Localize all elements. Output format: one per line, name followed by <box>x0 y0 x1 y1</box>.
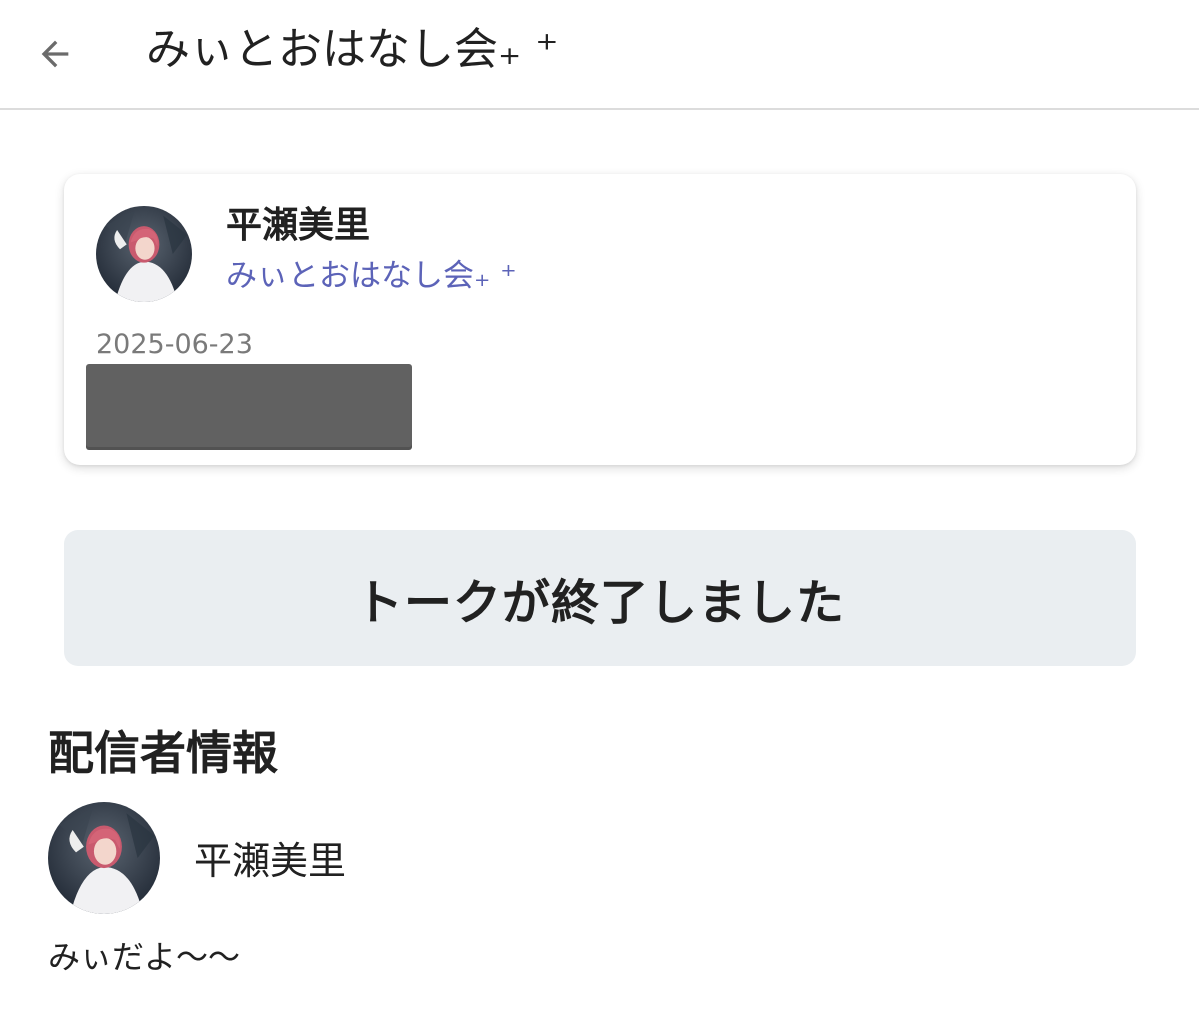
talk-ended-label: トークが終了しました <box>354 575 845 631</box>
talk-event-card[interactable]: 平瀬美里 みぃとおはなし会₊ ⁺ 2025-06-23 <box>64 174 1136 465</box>
talk-ended-banner: トークが終了しました <box>64 530 1136 666</box>
event-title-link[interactable]: みぃとおはなし会₊ ⁺ <box>226 254 517 298</box>
avatar <box>96 206 192 302</box>
page-title: みぃとおはなし会₊ ⁺ <box>146 24 559 75</box>
back-button[interactable] <box>22 24 88 84</box>
performer-name: 平瀬美里 <box>226 205 371 246</box>
app-bar: みぃとおはなし会₊ ⁺ <box>0 0 1199 110</box>
section-title-host-info: 配信者情報 <box>48 726 278 780</box>
avatar <box>48 802 160 914</box>
host-bio: みぃだよ〜〜 <box>48 938 241 976</box>
event-date: 2025-06-23 <box>96 329 253 360</box>
redacted-block <box>86 364 412 450</box>
host-name: 平瀬美里 <box>194 839 347 883</box>
arrow-left-icon <box>41 40 69 68</box>
